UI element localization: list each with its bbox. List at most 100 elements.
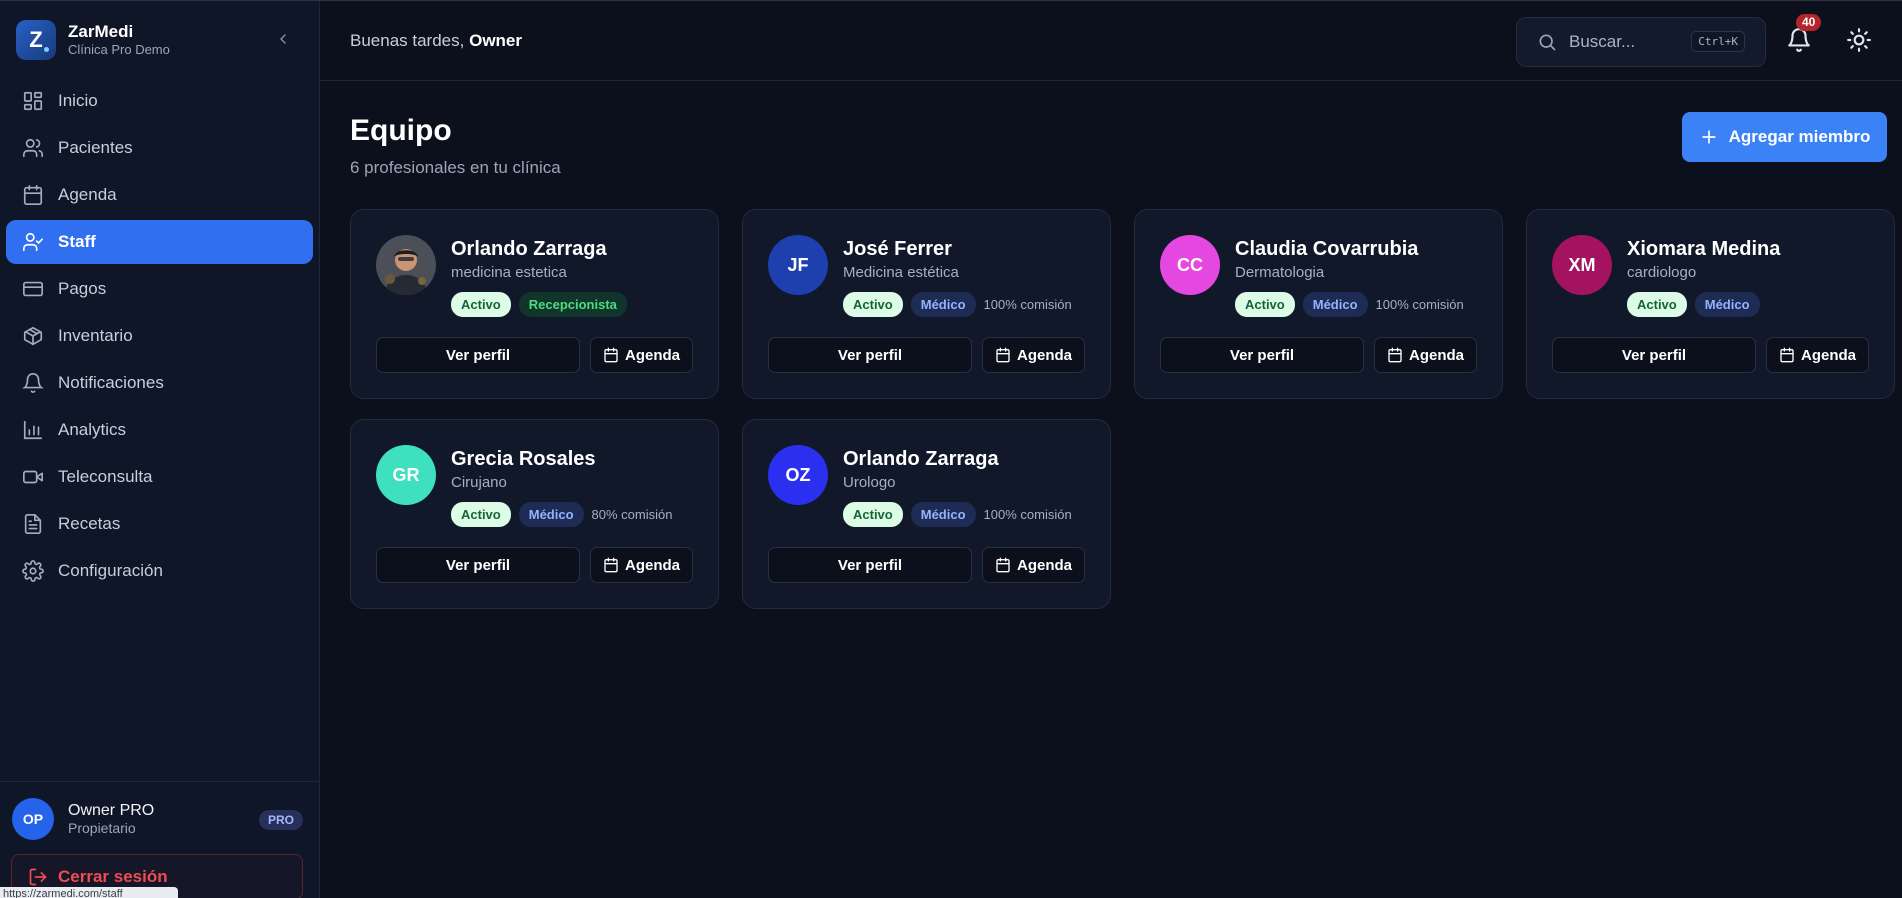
user-area: OP Owner PRO Propietario PRO Cerrar sesi… bbox=[0, 781, 319, 898]
sidebar-item-inicio[interactable]: Inicio bbox=[6, 79, 313, 123]
agenda-button[interactable]: Agenda bbox=[1374, 337, 1477, 373]
sidebar-item-staff[interactable]: Staff bbox=[6, 220, 313, 264]
commission-text: 80% comisión bbox=[591, 507, 673, 522]
staff-tags: Activo Médico 100% comisión bbox=[843, 502, 1072, 527]
status-badge: Activo bbox=[843, 292, 903, 317]
agenda-button[interactable]: Agenda bbox=[982, 547, 1085, 583]
agenda-button[interactable]: Agenda bbox=[590, 337, 693, 373]
staff-tags: Activo Recepcionista bbox=[451, 292, 635, 317]
staff-specialty: Cirujano bbox=[451, 474, 507, 491]
staff-card: JF José Ferrer Medicina estética Activo Médi… bbox=[742, 209, 1111, 399]
sidebar-item-label: Agenda bbox=[58, 185, 117, 204]
sidebar-item-notificaciones[interactable]: Notificaciones bbox=[6, 361, 313, 405]
greeting-text: Buenas tardes, bbox=[350, 31, 465, 50]
status-badge: Activo bbox=[1235, 292, 1295, 317]
calendar-icon bbox=[995, 347, 1011, 363]
sidebar-item-pagos[interactable]: Pagos bbox=[6, 267, 313, 311]
sidebar-item-label: Teleconsulta bbox=[58, 467, 153, 486]
brand-logo-letter: Z bbox=[29, 27, 43, 52]
greeting: Buenas tardes, Owner bbox=[350, 31, 522, 51]
gear-icon bbox=[22, 560, 44, 582]
staff-card: GR Grecia Rosales Cirujano Activo Médico 80% … bbox=[350, 419, 719, 609]
sidebar-item-label: Configuración bbox=[58, 561, 163, 580]
brand-subtitle: Clínica Pro Demo bbox=[68, 42, 170, 57]
agenda-label: Agenda bbox=[624, 556, 680, 574]
logout-label: Cerrar sesión bbox=[58, 867, 168, 886]
view-profile-button[interactable]: Ver perfil bbox=[1160, 337, 1364, 373]
agenda-button[interactable]: Agenda bbox=[590, 547, 693, 583]
staff-card: OZ Orlando Zarraga Urologo Activo Médico 100%… bbox=[742, 419, 1111, 609]
collapse-sidebar-button[interactable] bbox=[272, 28, 294, 50]
sidebar-item-agenda[interactable]: Agenda bbox=[6, 173, 313, 217]
view-profile-label: Ver perfil bbox=[1621, 346, 1687, 364]
app-root: Z ZarMedi Clínica Pro Demo Inicio Pacient… bbox=[0, 0, 1902, 898]
sidebar-item-configuracion[interactable]: Configuración bbox=[6, 549, 313, 593]
user-text: Owner PRO Propietario bbox=[68, 801, 154, 837]
staff-name: Xiomara Medina bbox=[1627, 238, 1781, 260]
staff-tags: Activo Médico 80% comisión bbox=[451, 502, 672, 527]
view-profile-button[interactable]: Ver perfil bbox=[1552, 337, 1756, 373]
brand-logo-dot bbox=[44, 47, 49, 52]
role-badge: Médico bbox=[910, 502, 976, 527]
search-icon bbox=[1537, 32, 1557, 52]
chevron-left-icon bbox=[275, 31, 291, 47]
role-badge: Médico bbox=[518, 502, 584, 527]
calendar-icon bbox=[603, 557, 619, 573]
sidebar-item-pacientes[interactable]: Pacientes bbox=[6, 126, 313, 170]
agenda-label: Agenda bbox=[1016, 346, 1072, 364]
staff-specialty: medicina estetica bbox=[451, 264, 567, 281]
avatar: OP bbox=[12, 798, 54, 840]
calendar-icon bbox=[603, 347, 619, 363]
logout-icon bbox=[28, 867, 48, 887]
agenda-label: Agenda bbox=[1016, 556, 1072, 574]
view-profile-button[interactable]: Ver perfil bbox=[768, 337, 972, 373]
user-role: Propietario bbox=[68, 820, 136, 836]
staff-specialty: cardiologo bbox=[1627, 264, 1697, 281]
staff-avatar: GR bbox=[376, 445, 436, 505]
sidebar-item-label: Notificaciones bbox=[58, 373, 164, 392]
staff-tags: Activo Médico bbox=[1627, 292, 1768, 317]
sidebar-item-recetas[interactable]: Recetas bbox=[6, 502, 313, 546]
view-profile-label: Ver perfil bbox=[445, 556, 511, 574]
main-content: Buenas tardes, Owner Buscar... Ctrl+K 40 bbox=[320, 1, 1902, 898]
agenda-button[interactable]: Agenda bbox=[1766, 337, 1869, 373]
add-member-label: Agregar miembro bbox=[1728, 127, 1871, 146]
sidebar-item-analytics[interactable]: Analytics bbox=[6, 408, 313, 452]
theme-toggle-button[interactable] bbox=[1846, 27, 1872, 53]
staff-name: José Ferrer bbox=[843, 238, 952, 260]
calendar-icon bbox=[995, 557, 1011, 573]
view-profile-label: Ver perfil bbox=[837, 556, 903, 574]
sidebar-item-teleconsulta[interactable]: Teleconsulta bbox=[6, 455, 313, 499]
sun-icon bbox=[1846, 27, 1872, 53]
status-badge: Activo bbox=[843, 502, 903, 527]
staff-tags: Activo Médico 100% comisión bbox=[843, 292, 1072, 317]
staff-name: Claudia Covarrubia bbox=[1235, 238, 1419, 260]
add-member-button[interactable]: Agregar miembro bbox=[1682, 112, 1887, 162]
sidebar-item-label: Recetas bbox=[58, 514, 121, 533]
agenda-button[interactable]: Agenda bbox=[982, 337, 1085, 373]
grid-icon bbox=[22, 90, 44, 112]
sidebar-item-label: Inventario bbox=[58, 326, 133, 345]
staff-name: Grecia Rosales bbox=[451, 448, 596, 470]
view-profile-button[interactable]: Ver perfil bbox=[768, 547, 972, 583]
staff-tags: Activo Médico 100% comisión bbox=[1235, 292, 1464, 317]
plus-icon bbox=[1699, 127, 1719, 147]
view-profile-label: Ver perfil bbox=[445, 346, 511, 364]
user-card[interactable]: OP Owner PRO Propietario PRO bbox=[0, 782, 319, 840]
calendar-icon bbox=[22, 184, 44, 206]
brand-text: ZarMedi Clínica Pro Demo bbox=[68, 22, 170, 58]
calendar-icon bbox=[1387, 347, 1403, 363]
staff-card: Orlando Zarraga medicina estetica Activo Re… bbox=[350, 209, 719, 399]
view-profile-button[interactable]: Ver perfil bbox=[376, 337, 580, 373]
staff-avatar: XM bbox=[1552, 235, 1612, 295]
search-input[interactable]: Buscar... Ctrl+K bbox=[1516, 17, 1766, 67]
commission-text: 100% comisión bbox=[1375, 297, 1464, 312]
view-profile-label: Ver perfil bbox=[1229, 346, 1295, 364]
search-shortcut: Ctrl+K bbox=[1691, 31, 1745, 52]
user-name: Owner PRO bbox=[68, 802, 155, 819]
bell-icon bbox=[22, 372, 44, 394]
view-profile-button[interactable]: Ver perfil bbox=[376, 547, 580, 583]
agenda-label: Agenda bbox=[624, 346, 680, 364]
sidebar-item-inventario[interactable]: Inventario bbox=[6, 314, 313, 358]
brand-logo[interactable]: Z bbox=[16, 20, 56, 60]
